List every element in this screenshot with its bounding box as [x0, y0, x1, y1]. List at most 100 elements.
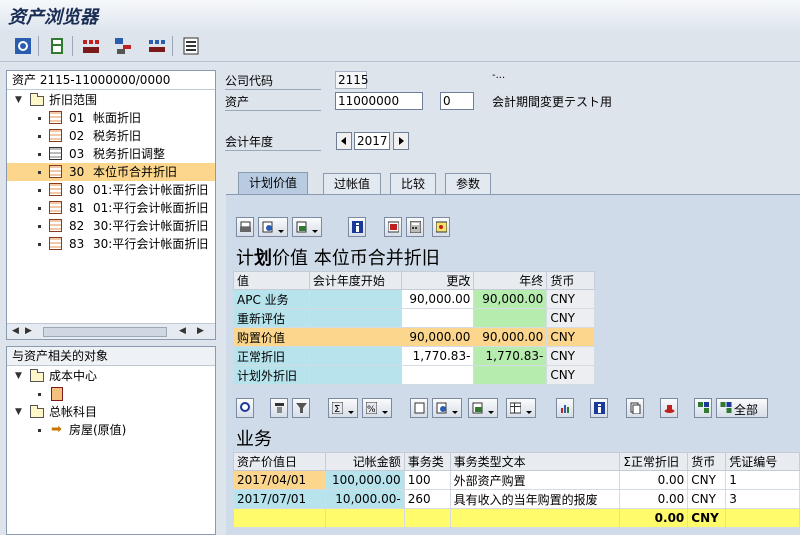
tree-root[interactable]: 资产 2115-11000000/0000	[7, 71, 215, 90]
expand-button[interactable]	[694, 398, 712, 418]
info-list-icon[interactable]	[182, 37, 200, 55]
col-value-date[interactable]: 资产价值日	[233, 452, 326, 471]
table-row[interactable]: 计划外折旧 CNY	[233, 365, 595, 385]
tree-item-code: 02	[69, 129, 85, 143]
row-amount: 10,000.00-	[324, 489, 405, 509]
table-row[interactable]: 重新评估 CNY	[233, 308, 595, 328]
document-button[interactable]	[626, 398, 644, 418]
scroll-left-icon[interactable]: ◀	[179, 326, 186, 336]
table-row[interactable]: 2017/07/01 10,000.00- 260 具有收入的当年购置的报废 0…	[233, 489, 800, 509]
previous-year-button[interactable]	[336, 132, 352, 150]
tree-item-code: 81	[69, 201, 85, 215]
tab-planned-values[interactable]: 计划价值	[238, 172, 309, 195]
graphic-button[interactable]	[556, 398, 574, 418]
row-start	[308, 346, 402, 366]
asset-subnumber-field[interactable]: 0	[440, 92, 474, 110]
fiscal-year-field[interactable]: 2017	[354, 132, 390, 150]
tab-posted-values[interactable]: 过帐值	[323, 173, 382, 194]
row-value-date: 2017/07/01	[233, 489, 326, 509]
planned-title-b: 划	[254, 248, 272, 269]
all-button[interactable]: 全部	[716, 398, 768, 418]
info-button[interactable]	[348, 217, 366, 237]
tree-item-81[interactable]: 81 01:平行会计帐面折旧	[7, 199, 215, 217]
tree-item-01[interactable]: 01 帐面折旧	[7, 109, 215, 127]
scroll-right-icon[interactable]: ▶	[25, 326, 32, 336]
scroll-right-icon[interactable]: ▶	[197, 326, 204, 336]
col-fy-start[interactable]: 会计年度开始	[308, 271, 402, 290]
tab-parameters[interactable]: 参数	[445, 173, 492, 194]
bullet-icon	[38, 135, 41, 138]
structure-icon[interactable]	[114, 37, 132, 55]
tab-comparison[interactable]: 比较	[390, 173, 437, 194]
tree-item-80[interactable]: 80 01:平行会计帐面折旧	[7, 181, 215, 199]
details-button[interactable]	[236, 398, 254, 418]
tree-horizontal-scrollbar[interactable]: ◀ ▶ ◀ ▶	[7, 323, 215, 339]
scroll-thumb[interactable]	[43, 327, 167, 337]
tree-item-83[interactable]: 83 30:平行会计帐面折旧	[7, 235, 215, 253]
view-dropdown-button[interactable]	[432, 398, 462, 418]
collapse-icon[interactable]: ▼	[15, 403, 22, 421]
toolbar-separator	[72, 36, 73, 56]
row-name: 重新评估	[233, 308, 310, 328]
tree-item-label: 01:平行会计帐面折旧	[93, 183, 209, 197]
table-row-selected[interactable]: 购置价值 90,000.00 90,000.00 CNY	[233, 327, 595, 347]
next-year-button[interactable]	[393, 132, 409, 150]
print-button[interactable]	[236, 217, 254, 237]
filter-button[interactable]	[292, 398, 310, 418]
col-ordinary-dep[interactable]: Σ正常折旧	[619, 452, 689, 471]
total-row[interactable]: 0.00 CNY	[233, 508, 800, 528]
info-button[interactable]	[590, 398, 608, 418]
total-cell	[233, 508, 326, 528]
folder-icon	[30, 369, 44, 382]
view-dropdown-button[interactable]	[258, 217, 288, 237]
table-row[interactable]: 2017/04/01 100,000.00 100 外部资产购置 0.00 CN…	[233, 470, 800, 490]
table-row[interactable]: 正常折旧 1,770.83- 1,770.83- CNY	[233, 346, 595, 366]
calendar-button[interactable]	[384, 217, 402, 237]
print-preview-button[interactable]	[410, 398, 428, 418]
calculator-button[interactable]	[406, 217, 424, 237]
collapse-icon[interactable]: ▼	[15, 91, 22, 109]
save-icon[interactable]	[48, 37, 66, 55]
hat-button[interactable]	[660, 398, 678, 418]
col-currency[interactable]: 货币	[546, 271, 595, 290]
gl-account-item[interactable]: ➡ 房屋(原值)	[7, 421, 207, 439]
tree-item-82[interactable]: 82 30:平行会计帐面折旧	[7, 217, 215, 235]
scroll-left-icon[interactable]: ◀	[12, 326, 19, 336]
col-document-number[interactable]: 凭证编号	[725, 452, 800, 471]
sum-dropdown-button[interactable]: Σ	[328, 398, 358, 418]
col-year-end[interactable]: 年终	[473, 271, 548, 290]
deprec-icon[interactable]	[82, 37, 100, 55]
export-dropdown-button[interactable]	[292, 217, 322, 237]
grid-splitter[interactable]	[230, 386, 798, 392]
col-change[interactable]: 更改	[400, 271, 475, 290]
tree-item-03[interactable]: 03 税务折旧调整	[7, 145, 215, 163]
tree-cost-center[interactable]: ▼ 成本中心	[13, 367, 213, 385]
cost-center-item[interactable]	[7, 385, 207, 403]
tree-item-30[interactable]: 30 本位币合并折旧	[7, 163, 215, 181]
company-code-field[interactable]: 2115	[335, 71, 369, 89]
col-value[interactable]: 值	[233, 271, 310, 290]
table-row[interactable]: APC 业务 90,000.00 90,000.00 CNY	[233, 289, 595, 309]
export-dropdown-button[interactable]	[468, 398, 498, 418]
row-name: 计划外折旧	[233, 365, 310, 385]
col-currency[interactable]: 货币	[687, 452, 727, 471]
transactions-alv-toolbar: Σ % 全部	[236, 398, 796, 420]
all-button-label: 全部	[734, 403, 759, 417]
note-button[interactable]	[432, 217, 450, 237]
tree-group[interactable]: ▼ 折旧范围	[13, 91, 213, 109]
col-trans-type[interactable]: 事务类	[403, 452, 451, 471]
subtotal-dropdown-button[interactable]: %	[362, 398, 392, 418]
collapse-icon[interactable]: ▼	[15, 367, 22, 385]
layout-icon[interactable]	[148, 37, 166, 55]
row-change	[400, 308, 475, 328]
sort-ascending-button[interactable]	[270, 398, 288, 418]
asset-number-field[interactable]: 11000000	[335, 92, 423, 110]
col-trans-type-text[interactable]: 事务类型文本	[449, 452, 621, 471]
tree-gl-account[interactable]: ▼ 总帐科目	[13, 403, 213, 421]
refresh-icon[interactable]	[14, 37, 32, 55]
tree-item-code: 83	[69, 237, 85, 251]
layout-dropdown-button[interactable]	[506, 398, 536, 418]
tree-item-02[interactable]: 02 税务折旧	[7, 127, 215, 145]
col-posting-amount[interactable]: 记帐金额	[324, 452, 405, 471]
bullet-icon	[38, 117, 41, 120]
